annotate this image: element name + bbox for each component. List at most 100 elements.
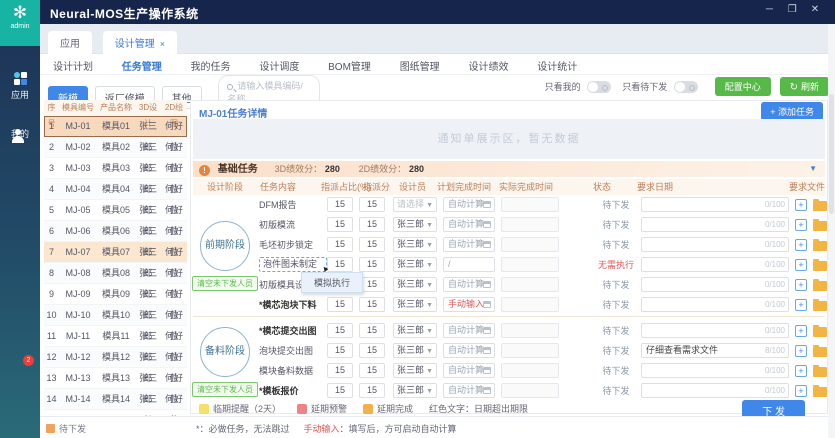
required-date-input[interactable]: 0/100 xyxy=(641,297,789,312)
actual-date-field[interactable] xyxy=(501,237,559,252)
score-input[interactable]: 15 xyxy=(359,383,385,398)
tab-design-management[interactable]: 设计管理× xyxy=(103,31,177,54)
designer-select[interactable]: 张三郎▼ xyxy=(393,257,437,272)
mold-list-row[interactable]: 5 MJ-05 模具05 张三郎 何好位 xyxy=(44,200,187,221)
mold-list-row[interactable]: 1 MJ-01 模具01 张三郎 何好位 xyxy=(44,116,187,137)
actual-date-field[interactable] xyxy=(501,323,559,338)
designer-select[interactable]: 张三郎▼ xyxy=(393,277,437,292)
folder-icon[interactable] xyxy=(813,241,827,251)
mold-list-row[interactable]: 3 MJ-03 模具03 张三郎 何好位 xyxy=(44,158,187,179)
actual-date-field[interactable] xyxy=(501,363,559,378)
required-date-input[interactable]: 0/100 xyxy=(641,277,789,292)
folder-icon[interactable] xyxy=(813,221,827,231)
add-file-button[interactable]: + xyxy=(795,325,807,337)
required-date-input[interactable]: 仔细查看需求文件8/100 xyxy=(641,343,789,358)
mold-list-row[interactable]: 10 MJ-10 模具10 张三郎 何好位 xyxy=(44,305,187,326)
actual-date-field[interactable] xyxy=(501,297,559,312)
add-file-button[interactable]: + xyxy=(795,199,807,211)
minimize-icon[interactable]: ─ xyxy=(759,4,779,15)
designer-select[interactable]: 张三郎▼ xyxy=(393,237,437,252)
score-input[interactable]: 15 xyxy=(359,257,385,272)
mold-list-row[interactable]: 4 MJ-04 模具04 张三郎 何好位 xyxy=(44,179,187,200)
mold-list-row[interactable]: 6 MJ-06 模具06 张三郎 何好位 xyxy=(44,221,187,242)
folder-icon[interactable] xyxy=(813,301,827,311)
actual-date-field[interactable] xyxy=(501,257,559,272)
designer-select[interactable]: 张三郎▼ xyxy=(393,343,437,358)
actual-date-field[interactable] xyxy=(501,343,559,358)
designer-select[interactable]: 张三郎▼ xyxy=(393,363,437,378)
folder-icon[interactable] xyxy=(813,347,827,357)
mold-list-row[interactable]: 12 MJ-12 模具12 张三郎 何好位 xyxy=(44,347,187,368)
plan-date-field[interactable]: 自动计算 xyxy=(443,383,495,398)
plan-date-field[interactable]: 自动计算 xyxy=(443,323,495,338)
mold-list-row[interactable]: 9 MJ-09 模具09 张三郎 何好位 xyxy=(44,284,187,305)
subnav-performance[interactable]: 设计绩效 xyxy=(455,54,521,76)
plan-date-field[interactable]: / xyxy=(443,257,495,272)
only-mine-toggle[interactable] xyxy=(587,81,611,93)
scrollbar-thumb[interactable] xyxy=(829,94,834,214)
add-file-button[interactable]: + xyxy=(795,259,807,271)
score-input[interactable]: 15 xyxy=(359,217,385,232)
ratio-input[interactable]: 15 xyxy=(327,217,353,232)
required-date-input[interactable]: 0/100 xyxy=(641,197,789,212)
designer-select[interactable]: 张三郎▼ xyxy=(393,217,437,232)
mold-list-row[interactable]: 14 MJ-14 模具14 张三郎 何好位 xyxy=(44,389,187,410)
required-date-input[interactable]: 0/100 xyxy=(641,237,789,252)
config-center-button[interactable]: 配置中心 xyxy=(715,77,771,96)
subnav-design-dispatch[interactable]: 设计调度 xyxy=(246,54,312,76)
chevron-down-icon[interactable]: ▼ xyxy=(809,161,817,177)
add-file-button[interactable]: + xyxy=(795,219,807,231)
mold-list-row[interactable]: 8 MJ-08 模具08 张三郎 何好位 xyxy=(44,263,187,284)
designer-select[interactable]: 张三郎▼ xyxy=(393,297,437,312)
add-file-button[interactable]: + xyxy=(795,365,807,377)
add-file-button[interactable]: + xyxy=(795,299,807,311)
refresh-button[interactable]: ↻刷新 xyxy=(780,77,829,96)
clear-undispatched-button[interactable]: 清空未下发人员 xyxy=(192,276,258,291)
add-file-button[interactable]: + xyxy=(795,239,807,251)
ratio-input[interactable]: 15 xyxy=(327,237,353,252)
subnav-bom[interactable]: BOM管理 xyxy=(315,54,384,76)
required-date-input[interactable]: 0/100 xyxy=(641,257,789,272)
actual-date-field[interactable] xyxy=(501,277,559,292)
mold-list-row[interactable]: 2 MJ-02 模具02 张三郎 何好位 xyxy=(44,137,187,158)
plan-date-field[interactable]: 自动计算 xyxy=(443,277,495,292)
score-input[interactable]: 15 xyxy=(359,297,385,312)
subnav-drawings[interactable]: 图纸管理 xyxy=(387,54,453,76)
plan-date-field[interactable]: 自动计算 xyxy=(443,197,495,212)
add-file-button[interactable]: + xyxy=(795,385,807,397)
designer-select[interactable]: 张三郎▼ xyxy=(393,323,437,338)
designer-select[interactable]: 张三郎▼ xyxy=(393,383,437,398)
subnav-my-tasks[interactable]: 我的任务 xyxy=(178,54,244,76)
ratio-input[interactable]: 15 xyxy=(327,297,353,312)
add-file-button[interactable]: + xyxy=(795,279,807,291)
mold-list-row[interactable]: 7 MJ-07 模具07 张三郎 何好位 xyxy=(44,242,187,263)
required-date-input[interactable]: 0/100 xyxy=(641,363,789,378)
maximize-icon[interactable]: ❐ xyxy=(782,4,802,15)
only-pending-toggle[interactable] xyxy=(674,81,698,93)
plan-date-field[interactable]: 自动计算 xyxy=(443,237,495,252)
ratio-input[interactable]: 15 xyxy=(327,197,353,212)
close-icon[interactable]: ✕ xyxy=(805,4,825,15)
actual-date-field[interactable] xyxy=(501,383,559,398)
actual-date-field[interactable] xyxy=(501,217,559,232)
ratio-input[interactable]: 15 xyxy=(327,257,353,272)
tab-close-icon[interactable]: × xyxy=(160,39,165,49)
folder-icon[interactable] xyxy=(813,327,827,337)
designer-select[interactable]: 请选择▼ xyxy=(393,197,437,212)
folder-icon[interactable] xyxy=(813,261,827,271)
subnav-statistics[interactable]: 设计统计 xyxy=(524,54,590,76)
ratio-input[interactable]: 15 xyxy=(327,383,353,398)
folder-icon[interactable] xyxy=(813,201,827,211)
ratio-input[interactable]: 15 xyxy=(327,323,353,338)
folder-icon[interactable] xyxy=(813,281,827,291)
sidebar-item-apps[interactable]: 应用 xyxy=(0,72,40,101)
score-input[interactable]: 15 xyxy=(359,323,385,338)
add-file-button[interactable]: + xyxy=(795,345,807,357)
required-date-input[interactable]: 0/100 xyxy=(641,217,789,232)
ratio-input[interactable]: 15 xyxy=(327,343,353,358)
required-date-input[interactable]: 0/100 xyxy=(641,323,789,338)
plan-date-field[interactable]: 手动输入 xyxy=(443,297,495,312)
basic-tasks-section-bar[interactable]: ! 基础任务 3D绩效分： 280 2D绩效分： 280 ▼ xyxy=(193,161,825,177)
plan-date-field[interactable]: 自动计算 xyxy=(443,363,495,378)
folder-icon[interactable] xyxy=(813,367,827,377)
